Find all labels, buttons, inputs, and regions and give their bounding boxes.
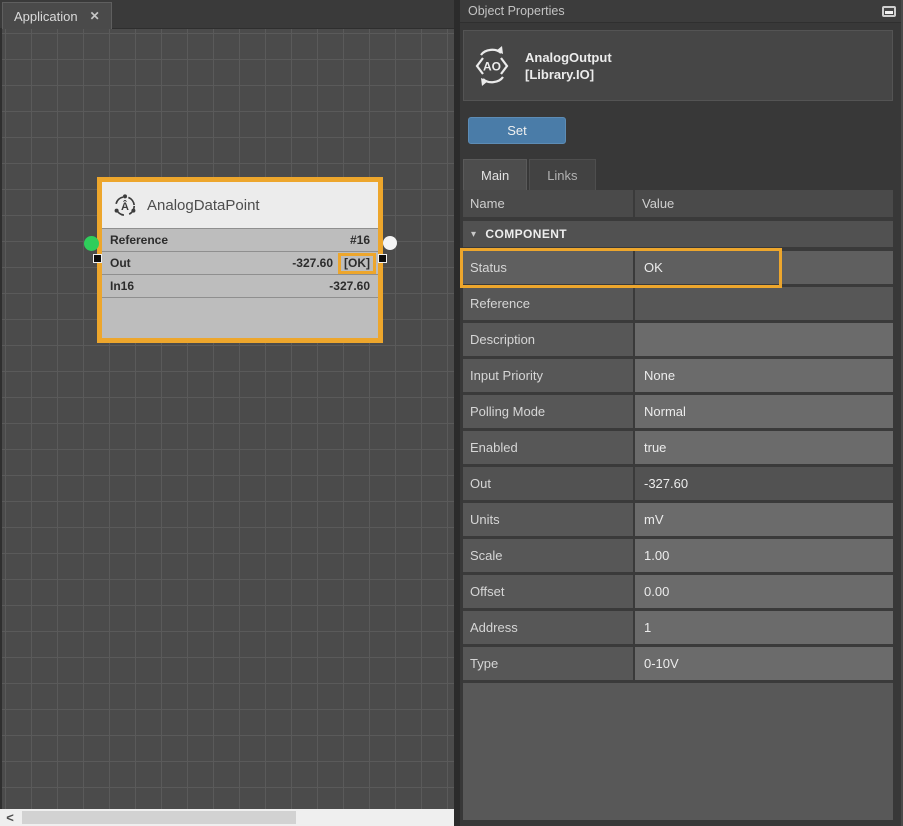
property-row[interactable]: Type 0-10V xyxy=(463,647,893,680)
node-row-label: In16 xyxy=(110,279,134,293)
property-row[interactable]: Status OK xyxy=(463,251,893,284)
analog-output-icon: AO xyxy=(472,45,512,87)
property-row[interactable]: Reference xyxy=(463,287,893,320)
resize-handle-left[interactable] xyxy=(93,254,102,263)
node-title: AnalogDataPoint xyxy=(147,197,260,214)
section-label: COMPONENT xyxy=(485,227,567,241)
tab-application-label: Application xyxy=(14,9,78,24)
property-row[interactable]: Enabled true xyxy=(463,431,893,464)
ok-status-highlight: [OK] xyxy=(338,253,376,274)
tab-application[interactable]: Application ✕ xyxy=(2,2,112,29)
editor-tabstrip: Application ✕ xyxy=(0,0,454,29)
set-button[interactable]: Set xyxy=(468,117,566,144)
svg-text:Â: Â xyxy=(121,200,129,213)
node-row-value: -327.60 xyxy=(292,256,333,270)
node-row-in16[interactable]: In16 -327.60 xyxy=(102,274,378,297)
property-row[interactable]: Input Priority None xyxy=(463,359,893,392)
properties-table: Name Value ▾ COMPONENT Status OK Referen… xyxy=(463,190,893,820)
property-rows: Status OK Reference Description Input Pr… xyxy=(463,251,893,680)
analog-datapoint-icon: Â xyxy=(112,192,138,218)
node-row-label: Out xyxy=(110,256,131,270)
close-tab-icon[interactable]: ✕ xyxy=(90,10,100,22)
property-row[interactable]: Scale 1.00 xyxy=(463,539,893,572)
table-empty-area xyxy=(463,683,893,820)
node-row-reference[interactable]: Reference #16 xyxy=(102,228,378,251)
node-header: Â AnalogDataPoint xyxy=(102,182,378,228)
pane-splitter[interactable] xyxy=(454,0,460,826)
tab-links[interactable]: Links xyxy=(529,159,595,190)
property-row[interactable]: Polling Mode Normal xyxy=(463,395,893,428)
svg-text:AO: AO xyxy=(483,59,501,73)
scrollbar-thumb[interactable] xyxy=(22,811,296,824)
app-window: Application ✕ Â AnalogDataPoint Referenc… xyxy=(0,0,903,826)
minimize-panel-icon[interactable] xyxy=(882,6,896,17)
node-row-out[interactable]: Out -327.60 [OK] xyxy=(102,251,378,274)
table-header: Name Value xyxy=(463,190,893,217)
node-empty-row xyxy=(102,297,378,338)
column-header-value: Value xyxy=(635,190,893,217)
property-row[interactable]: Offset 0.00 xyxy=(463,575,893,608)
node-row-value: -327.60 xyxy=(329,279,370,293)
object-identity-box: AO AnalogOutput [Library.IO] xyxy=(463,30,893,101)
object-name: AnalogOutput xyxy=(525,50,612,65)
properties-pane-title: Object Properties xyxy=(468,4,565,18)
resize-handle-right[interactable] xyxy=(378,254,387,263)
scroll-left-icon[interactable]: < xyxy=(0,809,20,826)
column-header-name: Name xyxy=(463,190,633,217)
horizontal-scrollbar[interactable]: < xyxy=(0,809,454,826)
node-row-value: #16 xyxy=(350,233,370,247)
property-row[interactable]: Description xyxy=(463,323,893,356)
output-port-connector[interactable] xyxy=(383,236,397,250)
collapse-icon: ▾ xyxy=(471,229,476,240)
property-row[interactable]: Units mV xyxy=(463,503,893,536)
properties-tabs: Main Links xyxy=(463,156,596,190)
tab-main[interactable]: Main xyxy=(463,159,527,190)
wiring-canvas[interactable] xyxy=(0,29,454,809)
property-row[interactable]: Address 1 xyxy=(463,611,893,644)
analog-datapoint-node[interactable]: Â AnalogDataPoint Reference #16 Out -327… xyxy=(97,177,383,343)
input-port-connector[interactable] xyxy=(84,236,99,251)
properties-pane-titlebar: Object Properties xyxy=(460,0,903,23)
object-library: [Library.IO] xyxy=(525,67,594,82)
section-component[interactable]: ▾ COMPONENT xyxy=(463,221,893,247)
property-row[interactable]: Out -327.60 xyxy=(463,467,893,500)
node-row-label: Reference xyxy=(110,233,168,247)
